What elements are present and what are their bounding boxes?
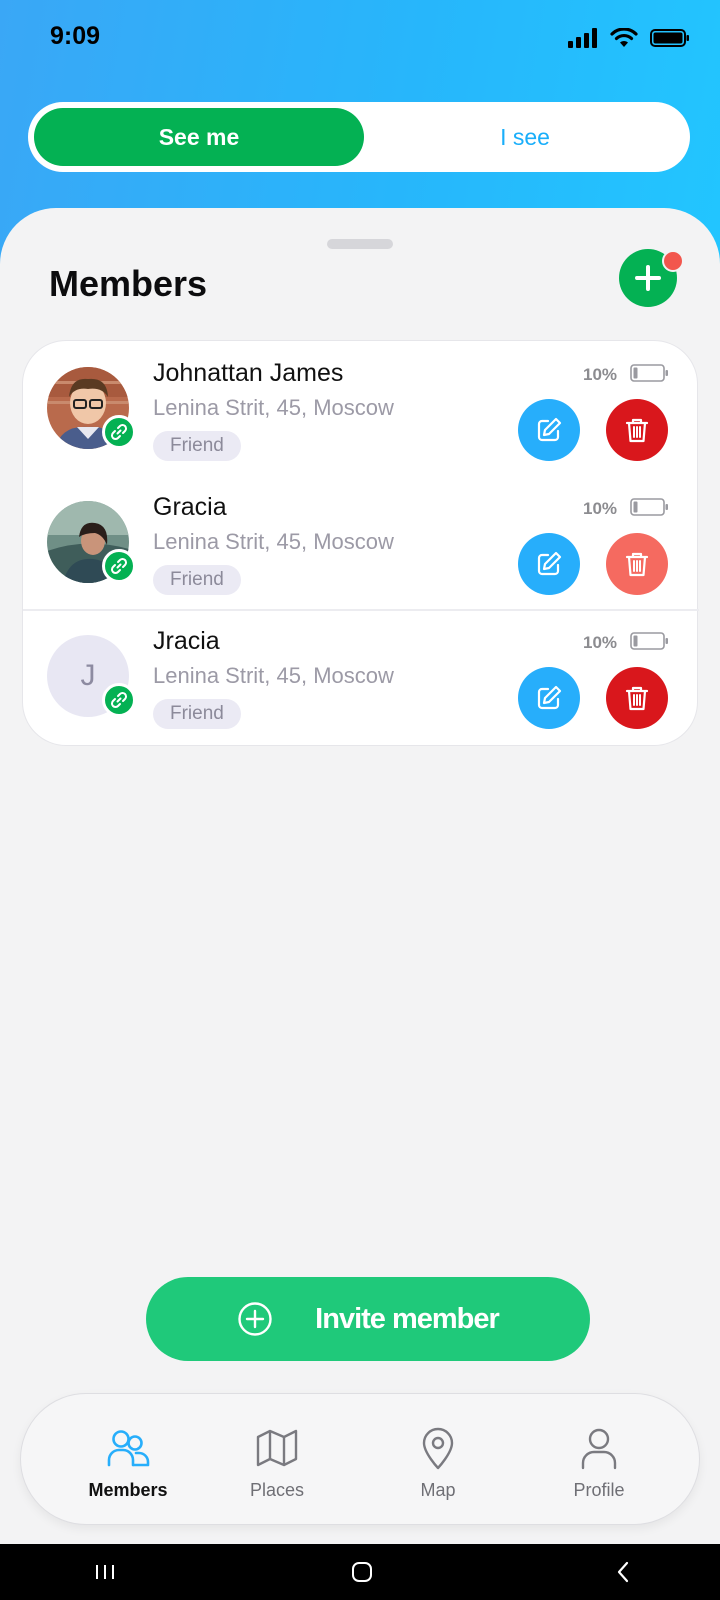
battery-percent: 10% — [583, 633, 618, 652]
battery-icon — [630, 632, 668, 650]
link-icon — [110, 557, 128, 575]
member-name: Jracia — [153, 627, 220, 655]
invite-member-button[interactable]: Invite member — [146, 1277, 590, 1361]
trash-icon — [625, 418, 649, 443]
status-time: 9:09 — [50, 22, 101, 50]
tab-profile[interactable]: Profile — [524, 1394, 674, 1526]
tab-members[interactable]: Members — [53, 1394, 203, 1526]
list-item[interactable]: Gracia Lenina Strit, 45, Moscow Friend 1… — [23, 475, 699, 609]
relation-tag: Friend — [153, 431, 241, 461]
see-me-tab[interactable]: See me — [34, 108, 364, 166]
link-badge — [102, 549, 136, 583]
relation-tag: Friend — [153, 699, 241, 729]
page-title: Members — [49, 263, 208, 304]
map-fold-icon — [255, 1426, 299, 1470]
link-badge — [102, 683, 136, 717]
tab-label: Members — [88, 1480, 168, 1500]
see-toggle: See me I see — [28, 102, 690, 172]
bottom-tab-bar: Members Places Map Profile — [20, 1393, 700, 1525]
recent-apps-button[interactable] — [90, 1544, 120, 1600]
delete-member-button[interactable] — [606, 533, 668, 595]
relation-tag: Friend — [153, 565, 241, 595]
back-icon — [617, 1561, 629, 1583]
recent-apps-icon — [96, 1565, 114, 1579]
edit-member-button[interactable] — [518, 533, 580, 595]
plus-icon — [635, 265, 661, 291]
signal-icon — [568, 28, 597, 48]
members-icon — [106, 1426, 150, 1470]
delete-member-button[interactable] — [606, 399, 668, 461]
edit-member-button[interactable] — [518, 667, 580, 729]
battery-percent: 10% — [583, 365, 618, 384]
list-item[interactable]: Johnattan James Lenina Strit, 45, Moscow… — [23, 341, 699, 475]
plus-circle-icon — [238, 1302, 272, 1336]
tab-map[interactable]: Map — [363, 1394, 513, 1526]
link-icon — [110, 423, 128, 441]
edit-icon — [537, 417, 562, 442]
battery-icon — [630, 498, 668, 516]
invite-label: Invite member — [315, 1302, 500, 1335]
home-icon — [352, 1562, 372, 1582]
tab-label: Profile — [573, 1480, 625, 1500]
list-item[interactable]: J Jracia Lenina Strit, 45, Moscow Friend… — [23, 609, 699, 743]
tab-label: Map — [420, 1480, 456, 1500]
member-name: Johnattan James — [153, 359, 344, 387]
edit-icon — [537, 551, 562, 576]
wifi-icon — [610, 28, 638, 47]
trash-icon — [625, 686, 649, 711]
member-address: Lenina Strit, 45, Moscow — [153, 395, 394, 420]
home-button[interactable] — [345, 1544, 379, 1600]
i-see-tab[interactable]: I see — [360, 108, 690, 166]
edit-icon — [537, 685, 562, 710]
status-bar: 9:09 — [0, 0, 720, 78]
location-pin-icon — [420, 1426, 456, 1470]
user-icon — [579, 1426, 619, 1470]
notification-dot — [662, 250, 684, 272]
trash-icon — [625, 552, 649, 577]
battery-status-icon — [650, 29, 689, 47]
members-list: Johnattan James Lenina Strit, 45, Moscow… — [22, 340, 699, 746]
delete-member-button[interactable] — [606, 667, 668, 729]
tab-places[interactable]: Places — [202, 1394, 352, 1526]
edit-member-button[interactable] — [518, 399, 580, 461]
member-address: Lenina Strit, 45, Moscow — [153, 663, 394, 688]
link-icon — [110, 691, 128, 709]
back-button[interactable] — [608, 1544, 638, 1600]
link-badge — [102, 415, 136, 449]
system-nav-bar — [0, 1544, 720, 1600]
row-divider — [23, 609, 699, 611]
battery-percent: 10% — [583, 499, 618, 518]
status-icons — [568, 28, 690, 48]
tab-label: Places — [249, 1480, 305, 1500]
sheet-drag-handle[interactable] — [327, 239, 393, 249]
battery-icon — [630, 364, 668, 382]
member-name: Gracia — [153, 493, 227, 521]
member-address: Lenina Strit, 45, Moscow — [153, 529, 394, 554]
